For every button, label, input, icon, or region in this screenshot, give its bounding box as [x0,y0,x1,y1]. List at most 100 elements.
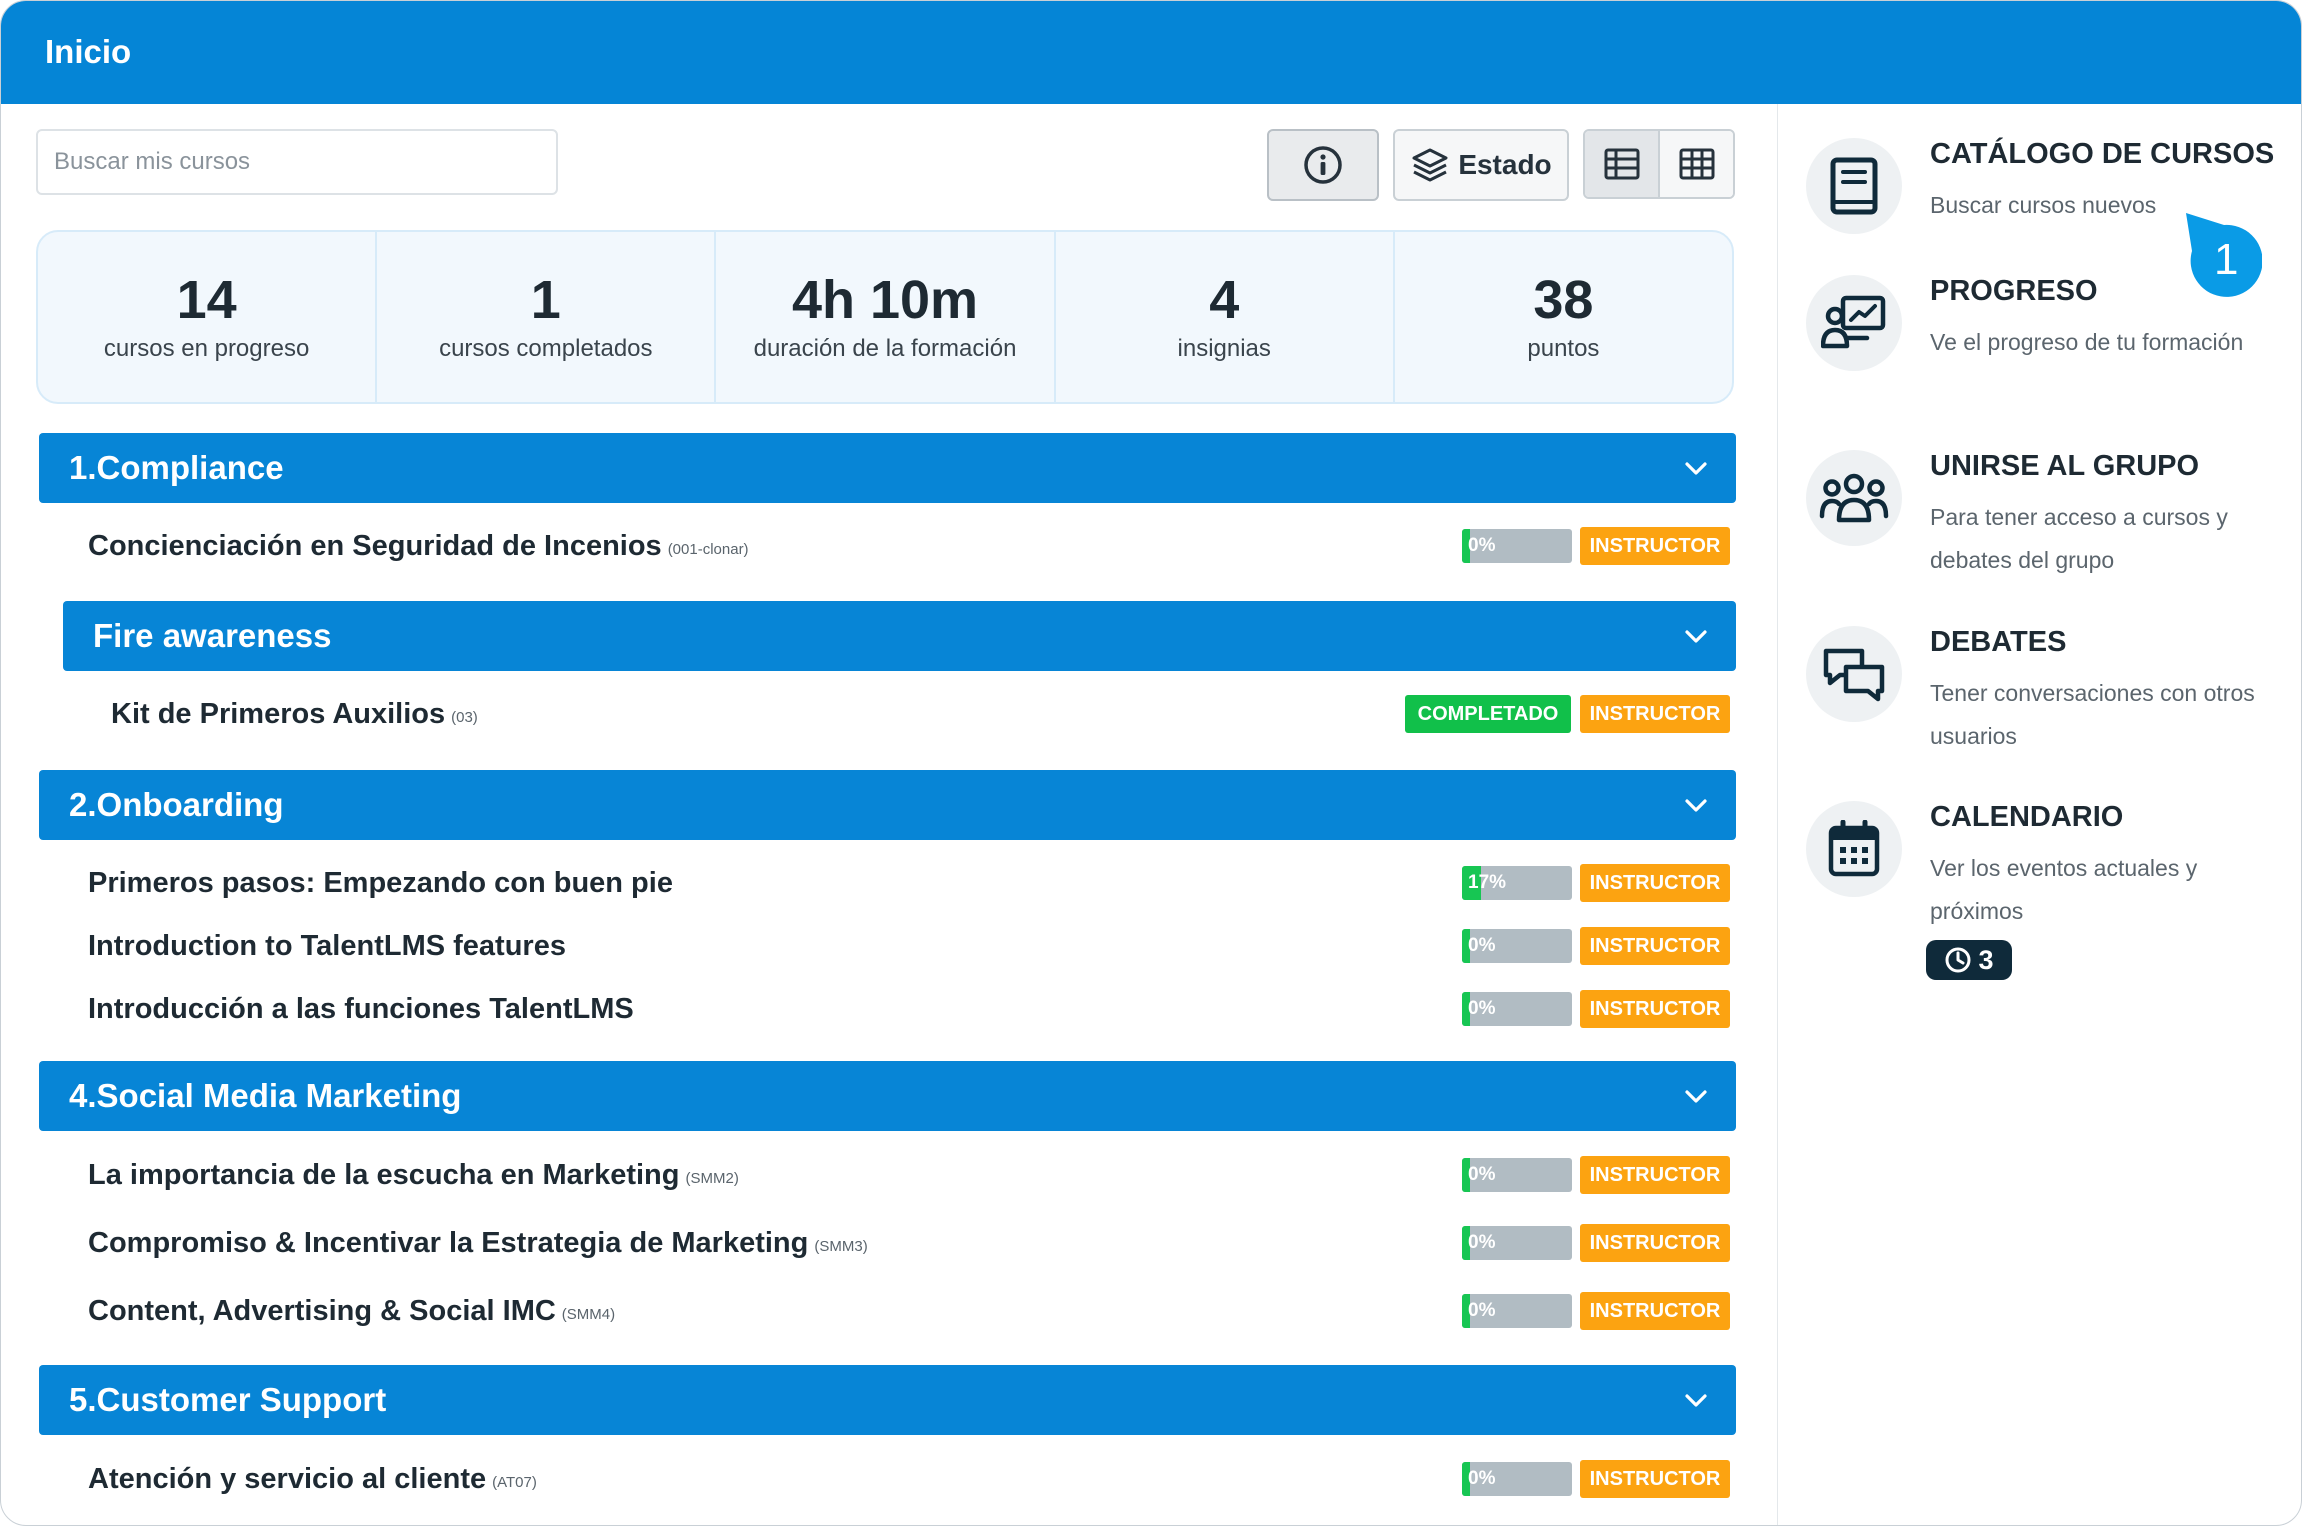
instructor-badge: INSTRUCTOR [1580,864,1730,902]
icon-circle [1806,275,1902,371]
progress-text: 0% [1468,935,1496,956]
sidebar-item-title: UNIRSE AL GRUPO [1930,450,2200,482]
sidebar-item-title: CALENDARIO [1930,801,2124,833]
main-content: Estado [1,104,1777,1525]
course-title-link[interactable]: Concienciación en Seguridad de Incenios [88,530,662,563]
stat-badges: 4 insignias [1056,232,1395,402]
stat-label: insignias [1177,334,1271,362]
sidebar-item-desc: Para tener acceso a cursos y debates del… [1930,504,2228,573]
sidebar-item-desc: Tener conversaciones con otros usuarios [1930,680,2255,749]
course-title-link[interactable]: Primeros pasos: Empezando con buen pie [88,867,673,900]
category-title: 5.Customer Support [69,1381,387,1418]
stat-value: 4 [1209,270,1240,331]
chevron-down-icon [1685,462,1707,475]
stat-value: 38 [1533,270,1594,331]
instructor-badge: INSTRUCTOR [1580,1460,1730,1498]
list-view-button[interactable] [1585,131,1660,197]
course-row: Compromiso & Incentivar la Estrategia de… [88,1217,868,1269]
progress-bar: 0% [1462,1294,1572,1328]
app-window: Inicio Estado [0,0,2302,1526]
page-title: Inicio [45,33,132,70]
instructor-badge: INSTRUCTOR [1580,1156,1730,1194]
course-code: (AT07) [492,1473,537,1491]
sidebar-item-title: PROGRESO [1930,275,2098,307]
chevron-down-icon [1685,630,1707,643]
annotation-marker: 1 [2184,211,2263,301]
sidebar-item-join-group[interactable]: UNIRSE AL GRUPO Para tener acceso a curs… [1806,450,2286,580]
category-title: Fire awareness [93,617,332,654]
progress-bar: 0% [1462,529,1572,563]
course-row: Kit de Primeros Auxilios (03) [111,688,478,740]
events-count: 3 [1978,944,1994,975]
sidebar-item-calendar[interactable]: CALENDARIO Ver los eventos actuales y pr… [1806,801,2286,931]
info-icon [1304,146,1342,184]
stat-value: 4h 10m [791,270,979,331]
progress-bar: 17% [1462,866,1572,900]
course-title-link[interactable]: Compromiso & Incentivar la Estrategia de… [88,1227,808,1260]
course-row: Introduction to TalentLMS features [88,920,566,972]
category-header-customer-support[interactable]: 5.Customer Support [39,1365,1736,1435]
category-header-onboarding[interactable]: 2.Onboarding [39,770,1736,840]
icon-circle [1806,801,1902,897]
course-row: Atención y servicio al cliente (AT07) [88,1453,537,1505]
layers-icon [1412,148,1448,182]
category-title: 4.Social Media Marketing [69,1077,462,1114]
stat-in-progress: 14 cursos en progreso [38,232,378,402]
info-button[interactable] [1267,129,1379,201]
subcategory-header-fire-awareness[interactable]: Fire awareness [63,601,1736,671]
sidebar-item-title: DEBATES [1930,626,2067,658]
course-row: Primeros pasos: Empezando con buen pie [88,857,673,909]
icon-circle [1806,138,1902,234]
grid-view-button[interactable] [1660,131,1733,197]
view-toggle [1583,129,1735,199]
course-code: (SMM4) [561,1305,616,1323]
course-title-link[interactable]: Kit de Primeros Auxilios [111,698,445,731]
chat-bubbles-icon [1823,648,1885,702]
course-title-link[interactable]: Content, Advertising & Social IMC [88,1295,556,1328]
stat-value: 14 [176,270,237,331]
category-header-compliance[interactable]: 1.Compliance [39,433,1736,503]
progress-bar: 0% [1462,992,1572,1026]
category-header-social-media-marketing[interactable]: 4.Social Media Marketing [39,1061,1736,1131]
icon-circle [1806,626,1902,722]
course-row: Concienciación en Seguridad de Incenios … [88,520,749,572]
sidebar-item-discussions[interactable]: DEBATES Tener conversaciones con otros u… [1806,626,2286,756]
stat-duration: 4h 10m duración de la formación [716,232,1056,402]
book-icon [1830,157,1878,215]
instructor-badge: INSTRUCTOR [1580,1224,1730,1262]
progress-text: 0% [1468,535,1496,556]
progress-text: 0% [1468,998,1496,1019]
course-code: (001-clonar) [667,540,749,558]
calendar-icon [1828,820,1880,877]
course-title-link[interactable]: Introducción a las funciones TalentLMS [88,993,634,1026]
stat-label: cursos completados [439,334,653,362]
sidebar-item-desc: Ver los eventos actuales y próximos [1930,855,2198,924]
course-row: Introducción a las funciones TalentLMS [88,983,634,1035]
icon-circle [1806,450,1902,546]
progress-bar: 0% [1462,1226,1572,1260]
progress-bar: 0% [1462,1462,1572,1496]
course-title-link[interactable]: Atención y servicio al cliente [88,1463,486,1496]
sidebar-item-title: CATÁLOGO DE CURSOS [1930,138,2275,170]
upcoming-events-badge[interactable]: 3 [1926,940,2012,980]
instructor-badge: INSTRUCTOR [1580,927,1730,965]
estado-filter-button[interactable]: Estado [1393,129,1569,201]
instructor-badge: INSTRUCTOR [1580,695,1730,733]
stat-label: puntos [1527,334,1600,362]
stat-completed: 1 cursos completados [377,232,717,402]
progress-bar: 0% [1462,1158,1572,1192]
progress-text: 0% [1468,1164,1496,1185]
course-code: (SMM3) [814,1237,868,1255]
stat-label: cursos en progreso [103,334,310,362]
stat-points: 38 puntos [1395,232,1732,402]
top-bar: Inicio [1,1,2301,104]
instructor-badge: INSTRUCTOR [1580,1292,1730,1330]
estado-label: Estado [1458,149,1552,180]
course-title-link[interactable]: La importancia de la escucha en Marketin… [88,1159,679,1192]
search-input[interactable] [36,129,558,195]
progress-text: 17% [1468,872,1507,893]
course-code: (SMM2) [685,1169,739,1187]
course-title-link[interactable]: Introduction to TalentLMS features [88,930,566,963]
chevron-down-icon [1685,799,1707,812]
stat-value: 1 [530,270,561,331]
